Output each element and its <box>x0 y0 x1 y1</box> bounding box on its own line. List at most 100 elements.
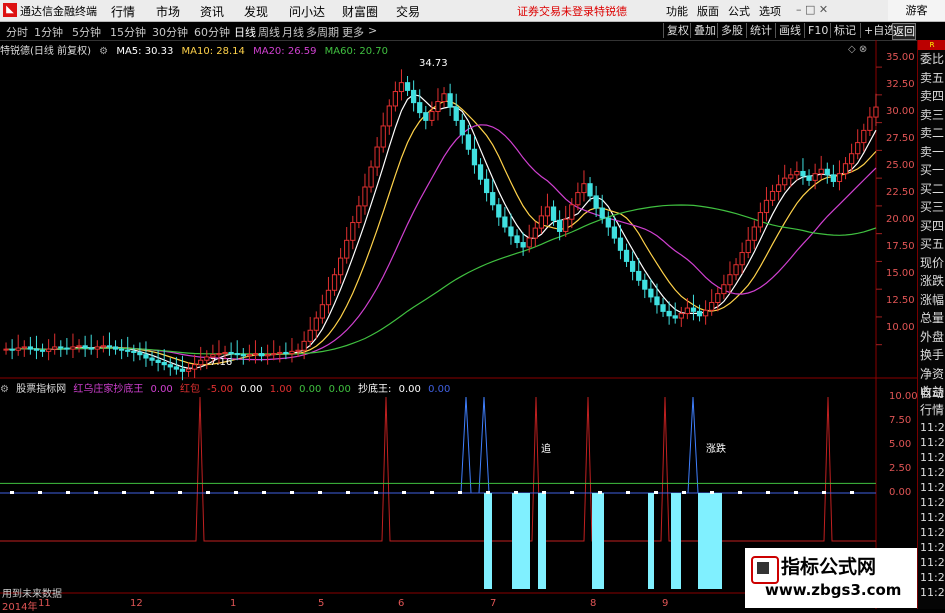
auto-item[interactable]: 自动 <box>920 385 944 402</box>
period-weekly[interactable]: 周线 <box>258 24 280 40</box>
stock-name: 特锐德 <box>594 5 627 18</box>
f10-button[interactable]: F10 <box>804 23 828 38</box>
candle-body <box>465 134 472 150</box>
menu-discover[interactable]: 发现 <box>244 3 268 20</box>
quote-item[interactable]: 卖三 <box>920 106 944 125</box>
red-signal-line <box>0 396 876 542</box>
overlay-button[interactable]: 叠加 <box>690 23 716 38</box>
candle-body <box>721 284 727 295</box>
menu-wealth[interactable]: 财富圈 <box>342 3 378 20</box>
signal-dot <box>374 491 378 494</box>
menu-hq[interactable]: 行情 <box>111 3 135 20</box>
signal-dot <box>290 491 294 494</box>
guest-button[interactable]: 游客 <box>888 0 945 21</box>
menu-function[interactable]: 功能 <box>666 3 688 19</box>
candle-body <box>739 252 745 266</box>
menu-options[interactable]: 选项 <box>759 3 781 19</box>
menu-ask[interactable]: 问小达 <box>289 3 325 20</box>
period-multi[interactable]: 多周期 <box>306 24 339 40</box>
quote-item[interactable]: 买三 <box>920 198 944 217</box>
period-5min[interactable]: 5分钟 <box>72 24 101 40</box>
quote-item[interactable]: 换手 <box>920 346 944 365</box>
menu-news[interactable]: 资讯 <box>200 3 224 20</box>
expand-icon[interactable]: ◇ ⊗ <box>848 44 867 55</box>
chaodi-bar <box>698 493 704 589</box>
quote-item[interactable]: 卖一 <box>920 143 944 162</box>
period-60min[interactable]: 60分钟 <box>194 24 230 40</box>
quote-item[interactable]: 买四 <box>920 217 944 236</box>
signal-dot <box>122 491 126 494</box>
period-30min[interactable]: 30分钟 <box>152 24 188 40</box>
draw-button[interactable]: 画线 <box>775 23 801 38</box>
multi-stock-button[interactable]: 多股 <box>717 23 743 38</box>
period-15min[interactable]: 15分钟 <box>110 24 146 40</box>
hq-item[interactable]: 行情 <box>920 402 944 419</box>
period-fenshi[interactable]: 分时 <box>6 24 28 40</box>
quote-item[interactable]: 买一 <box>920 161 944 180</box>
candle-body <box>696 310 703 317</box>
quote-item[interactable]: 卖五 <box>920 69 944 88</box>
candle-body <box>617 237 624 251</box>
candle-body <box>757 212 764 228</box>
quote-item[interactable]: 买五 <box>920 235 944 254</box>
indicator-tick: 2.50 <box>889 463 912 474</box>
signal-dot <box>598 491 602 494</box>
candle-body <box>228 351 234 355</box>
menu-layout[interactable]: 版面 <box>697 3 719 19</box>
quote-item[interactable]: 委比 <box>920 50 944 69</box>
period-1min[interactable]: 1分钟 <box>34 24 63 40</box>
quote-item[interactable]: 涨幅 <box>920 291 944 310</box>
panel-corner[interactable]: R <box>918 40 945 50</box>
time-row: 11:25 <box>920 436 945 449</box>
signal-dot <box>262 491 266 494</box>
back-button[interactable]: 返回 <box>892 23 916 40</box>
add-favorite-button[interactable]: +自选 <box>860 23 895 38</box>
quote-item[interactable]: 外盘 <box>920 328 944 347</box>
time-row: 11:25 <box>920 556 945 569</box>
candle-body <box>660 304 666 312</box>
quote-item[interactable]: 总量 <box>920 309 944 328</box>
candle-body <box>508 226 514 237</box>
stats-button[interactable]: 统计 <box>746 23 772 38</box>
settings-gear-icon[interactable]: ⚙ <box>99 46 108 57</box>
candle-body <box>131 350 137 353</box>
x-tick: 8 <box>590 598 597 609</box>
quote-item[interactable]: 净资 <box>920 365 944 384</box>
chevron-right-icon[interactable]: > <box>368 24 377 37</box>
mark-button[interactable]: 标记 <box>830 23 856 38</box>
login-alert[interactable]: 证券交易未登录 <box>517 3 594 19</box>
menu-formula[interactable]: 公式 <box>728 3 750 19</box>
candle-body <box>867 116 873 131</box>
period-monthly[interactable]: 月线 <box>282 24 304 40</box>
quote-item[interactable]: 涨跌 <box>920 272 944 291</box>
candle-body <box>520 242 526 248</box>
quote-item[interactable]: 卖二 <box>920 124 944 143</box>
candle-body <box>331 274 338 291</box>
quote-item[interactable]: 现价 <box>920 254 944 273</box>
settings-gear-icon[interactable]: ⚙ <box>0 384 9 395</box>
menu-trade[interactable]: 交易 <box>396 3 420 20</box>
window-controls-icon[interactable]: – □ ✕ <box>796 3 828 16</box>
quote-item[interactable]: 卖四 <box>920 87 944 106</box>
candle-body <box>161 361 167 366</box>
candle-body <box>532 227 538 239</box>
signal-dot <box>234 491 238 494</box>
blue-signal-spike <box>460 396 472 494</box>
x-tick: 12 <box>130 598 143 609</box>
period-daily[interactable]: 日线 <box>234 24 256 40</box>
candle-body <box>52 346 58 350</box>
chart-canvas[interactable] <box>0 40 917 609</box>
signal-mark-zhangdie: 涨跌 <box>706 444 726 455</box>
signal-dot <box>822 491 826 494</box>
quote-panel: R 委比 卖五 卖四 卖三 卖二 卖一 买一 买二 买三 买四 买五 现价 涨跌… <box>917 40 945 609</box>
quote-item[interactable]: 买二 <box>920 180 944 199</box>
fuquan-button[interactable]: 复权 <box>663 23 689 38</box>
price-tick: 30.00 <box>886 106 915 117</box>
candle-body <box>137 351 143 356</box>
period-more[interactable]: 更多 <box>342 24 364 40</box>
candle-body <box>204 356 210 361</box>
menu-market[interactable]: 市场 <box>156 3 180 20</box>
candle-body <box>404 82 411 91</box>
candle-body <box>94 346 100 350</box>
candle-body <box>149 357 155 361</box>
